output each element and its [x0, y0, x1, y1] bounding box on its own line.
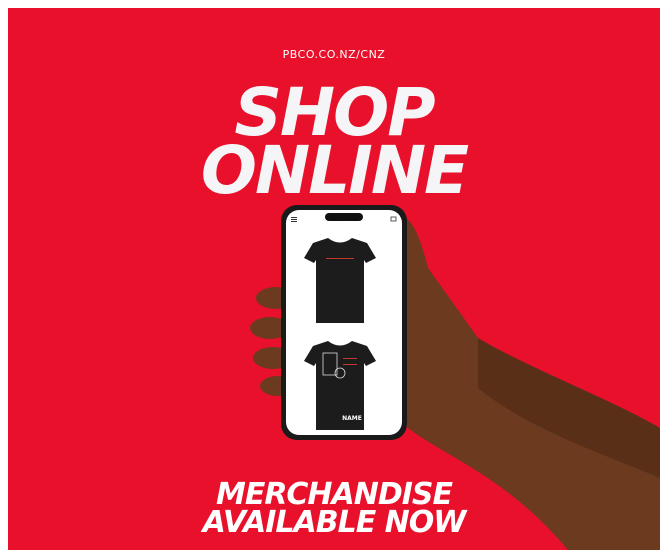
menu-icon [291, 217, 297, 218]
phone-brand-label: PROBRANDS [325, 215, 361, 221]
tagline-line-2: AVAILABLE NOW [202, 505, 467, 540]
tshirt-name-print: NAME [342, 415, 362, 422]
hand-holding-phone-illustration [250, 205, 660, 550]
promo-poster: PBCO.CO.NZ/CNZ SHOP ONLINE PROBRANDS NAM… [8, 8, 660, 550]
